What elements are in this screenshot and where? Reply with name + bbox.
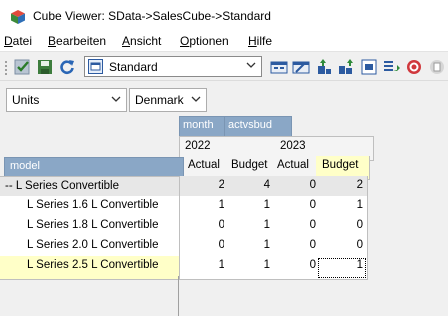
column-dim-month[interactable]: month bbox=[179, 116, 229, 138]
save-icon[interactable] bbox=[36, 58, 54, 76]
window-title: Cube Viewer: SData->SalesCube->Standard bbox=[33, 9, 271, 23]
row-header-l-series-2-5[interactable]: L Series 2.5 L Convertible bbox=[0, 256, 207, 280]
format-icon[interactable] bbox=[360, 58, 378, 76]
menu-bearbeiten[interactable]: Bearbeiten bbox=[48, 34, 106, 48]
column-dim-actvsbud[interactable]: actvsbud bbox=[224, 116, 292, 138]
toolbar-grip bbox=[3, 58, 11, 76]
view-selector-icon bbox=[88, 59, 103, 74]
data-cell[interactable]: 0 bbox=[270, 256, 321, 280]
row-dim-model[interactable]: model bbox=[4, 157, 184, 178]
units-select[interactable]: Units bbox=[6, 88, 127, 112]
data-cell[interactable]: 1 bbox=[224, 256, 275, 280]
menu-datei[interactable]: Datei bbox=[4, 34, 32, 48]
suppress-zeros-icon[interactable] bbox=[315, 58, 333, 76]
suppress-zeros-rows-icon[interactable] bbox=[337, 58, 355, 76]
country-select-value: Denmark bbox=[135, 93, 184, 107]
view-select[interactable]: Standard bbox=[84, 56, 262, 77]
cube-grid: month actvsbud 2022 2023 Actual Budget A… bbox=[0, 116, 448, 316]
grid-divider bbox=[178, 276, 179, 316]
chevron-down-icon bbox=[111, 93, 121, 103]
chevron-down-icon bbox=[246, 59, 256, 74]
data-cell-focused[interactable]: 1 bbox=[316, 256, 368, 280]
title-bar: Cube Viewer: SData->SalesCube->Standard bbox=[0, 0, 448, 32]
menu-hilfe[interactable]: Hilfe bbox=[248, 34, 272, 48]
recalculate-checkmark-icon[interactable] bbox=[14, 58, 32, 76]
chevron-down-icon bbox=[191, 93, 201, 103]
dimension-edit-icon[interactable] bbox=[292, 58, 310, 76]
menu-bar: Datei Bearbeiten Ansicht Optionen Hilfe bbox=[0, 32, 448, 52]
data-cell[interactable]: 1 bbox=[179, 256, 230, 280]
stop-icon[interactable] bbox=[405, 58, 423, 76]
cube-icon[interactable] bbox=[270, 58, 288, 76]
export-icon[interactable] bbox=[382, 58, 400, 76]
units-select-value: Units bbox=[12, 93, 40, 107]
cube-app-icon bbox=[10, 9, 26, 25]
view-select-value: Standard bbox=[109, 60, 158, 74]
country-select[interactable]: Denmark bbox=[129, 88, 207, 112]
new-view-icon[interactable] bbox=[428, 58, 446, 76]
menu-ansicht[interactable]: Ansicht bbox=[122, 34, 161, 48]
refresh-icon[interactable] bbox=[58, 58, 76, 76]
menu-optionen[interactable]: Optionen bbox=[180, 34, 229, 48]
